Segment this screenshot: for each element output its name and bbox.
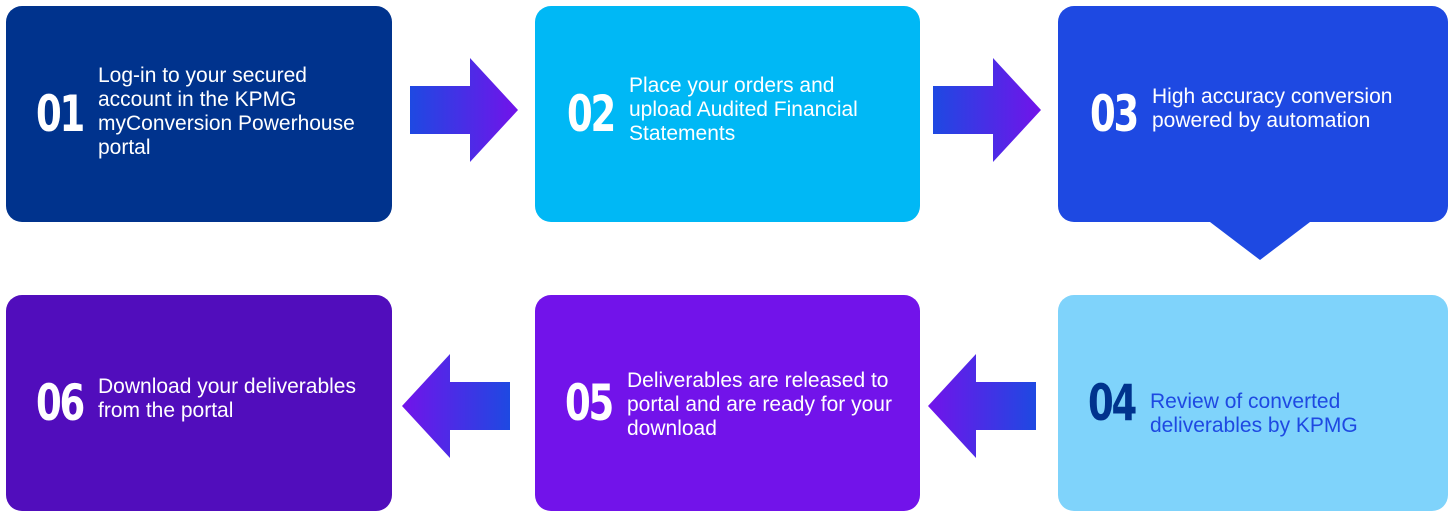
step-text: Log-in to your secured account in the KP… <box>98 64 355 159</box>
step-02-box: 02 Place your orders and upload Audited … <box>535 6 920 222</box>
step-01-box: 01 Log-in to your secured account in the… <box>6 6 392 222</box>
arrow-left-icon <box>402 354 510 458</box>
step-number: 03 <box>1090 85 1139 143</box>
step-number: 04 <box>1088 374 1137 432</box>
step-text: Download your deliverables from the port… <box>98 375 356 422</box>
step-number: 05 <box>565 374 614 432</box>
triangle-down-icon <box>1210 222 1310 260</box>
process-flow: { "colors": { "kpmg_blue": "#00338d", "l… <box>0 0 1454 511</box>
step-03-box: 03 High accuracy conversion powered by a… <box>1058 6 1448 222</box>
step-06-box: 06 Download your deliverables from the p… <box>6 295 392 511</box>
arrow-right-icon <box>933 58 1041 162</box>
arrow-left-icon <box>928 354 1036 458</box>
step-text: Deliverables are released to portal and … <box>627 369 892 440</box>
arrow-right-icon <box>410 58 518 162</box>
step-text: Place your orders and upload Audited Fin… <box>629 74 858 145</box>
step-04-box: 04 Review of converted deliverables by K… <box>1058 295 1448 511</box>
step-number: 02 <box>567 85 616 143</box>
step-text: High accuracy conversion powered by auto… <box>1152 85 1393 132</box>
step-05-box: 05 Deliverables are released to portal a… <box>535 295 920 511</box>
step-number: 01 <box>36 85 85 143</box>
step-number: 06 <box>36 374 85 432</box>
step-text: Review of converted deliverables by KPMG <box>1150 390 1358 437</box>
